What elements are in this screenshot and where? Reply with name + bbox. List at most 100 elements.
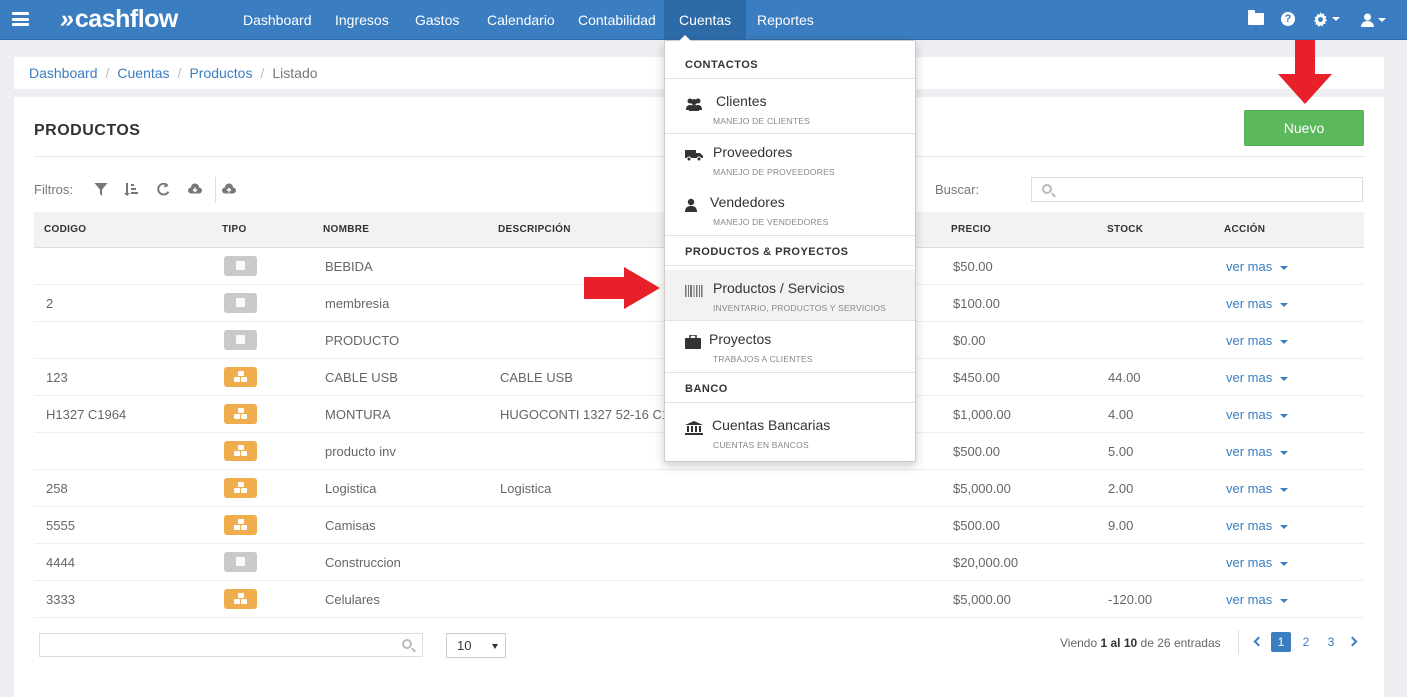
cell-nombre: Construccion xyxy=(325,555,401,570)
column-tipo[interactable]: TIPO xyxy=(222,212,247,248)
cloud-download-icon[interactable] xyxy=(188,183,202,196)
ver-mas-button[interactable]: ver mas xyxy=(1226,507,1289,544)
menu-item-subtitle: TRABAJOS A CLIENTES xyxy=(713,354,813,364)
menu-item-subtitle: MANEJO DE PROVEEDORES xyxy=(713,167,835,177)
column-codigo[interactable]: CODIGO xyxy=(44,212,86,248)
users-icon xyxy=(686,98,702,111)
cell-codigo: 123 xyxy=(46,370,68,385)
breadcrumb-separator: / xyxy=(177,65,182,81)
section-productos-proyectos: PRODUCTOS & PROYECTOS xyxy=(685,246,849,258)
refresh-icon[interactable] xyxy=(156,183,170,196)
ver-mas-button[interactable]: ver mas xyxy=(1226,544,1289,581)
breadcrumb-cuentas[interactable]: Cuentas xyxy=(117,65,169,81)
nav-cuentas[interactable]: Cuentas xyxy=(664,0,747,40)
folder-icon[interactable] xyxy=(1248,10,1264,25)
chevron-right-icon[interactable] xyxy=(1347,636,1358,647)
chevron-down-icon xyxy=(1280,561,1289,566)
cell-stock: 4.00 xyxy=(1108,407,1134,422)
menu-item-title: Clientes xyxy=(716,93,767,109)
help-icon[interactable]: ? xyxy=(1281,12,1295,26)
nav-contabilidad[interactable]: Contabilidad xyxy=(563,0,671,40)
menu-item-vendedores[interactable]: Vendedores MANEJO DE VENDEDORES xyxy=(665,184,915,234)
ver-mas-button[interactable]: ver mas xyxy=(1226,581,1289,618)
menu-item-title: Productos / Servicios xyxy=(713,280,845,296)
ver-mas-button[interactable]: ver mas xyxy=(1226,470,1289,507)
barcode-icon xyxy=(685,285,703,297)
cell-nombre: MONTURA xyxy=(325,407,391,422)
cubes-icon xyxy=(234,445,248,457)
entries-info: Viendo 1 al 10 de 26 entradas xyxy=(1060,636,1221,650)
menu-item-cuentas-bancarias[interactable]: Cuentas Bancarias CUENTAS EN BANCOS xyxy=(665,407,915,457)
cell-nombre: Logistica xyxy=(325,481,377,496)
ver-mas-label: ver mas xyxy=(1226,481,1273,496)
divider xyxy=(665,78,915,79)
ver-mas-label: ver mas xyxy=(1226,444,1273,459)
column-stock[interactable]: STOCK xyxy=(1107,212,1143,248)
cell-nombre: producto inv xyxy=(325,444,396,459)
nav-gastos[interactable]: Gastos xyxy=(400,0,474,40)
user-icon xyxy=(1361,13,1374,28)
footer-search-input[interactable] xyxy=(39,633,423,657)
cell-nombre: CABLE USB xyxy=(325,370,398,385)
page-1[interactable]: 1 xyxy=(1271,632,1291,652)
column-descripcion[interactable]: DESCRIPCIÓN xyxy=(498,212,571,248)
search-input[interactable] xyxy=(1031,177,1363,202)
bank-icon xyxy=(685,421,703,435)
ver-mas-label: ver mas xyxy=(1226,370,1273,385)
cubes-icon xyxy=(234,482,248,494)
chevron-down-icon xyxy=(1332,17,1340,22)
chevron-left-icon[interactable] xyxy=(1253,636,1264,647)
divider xyxy=(665,265,915,266)
chevron-down-icon xyxy=(1280,302,1289,307)
filters-separator xyxy=(215,177,216,203)
column-nombre[interactable]: NOMBRE xyxy=(323,212,369,248)
page-2[interactable]: 2 xyxy=(1296,632,1316,652)
cube-icon xyxy=(236,335,245,344)
breadcrumb-current: Listado xyxy=(272,65,318,81)
cell-descripcion: Logistica xyxy=(500,481,552,496)
user-menu[interactable] xyxy=(1361,11,1386,28)
breadcrumb-dashboard[interactable]: Dashboard xyxy=(29,65,98,81)
cell-descripcion: CABLE USB xyxy=(500,370,573,385)
ver-mas-button[interactable]: ver mas xyxy=(1226,248,1289,285)
page-size-value: 10 xyxy=(457,638,472,653)
cubes-icon xyxy=(234,371,248,383)
ver-mas-button[interactable]: ver mas xyxy=(1226,359,1289,396)
nav-reportes[interactable]: Reportes xyxy=(742,0,829,40)
menu-icon[interactable] xyxy=(12,12,29,26)
app-logo[interactable]: » cashflow xyxy=(60,5,178,34)
sort-icon[interactable] xyxy=(124,183,138,196)
ver-mas-button[interactable]: ver mas xyxy=(1226,322,1289,359)
ver-mas-button[interactable]: ver mas xyxy=(1226,433,1289,470)
type-inventory-badge xyxy=(224,404,257,424)
breadcrumb-productos[interactable]: Productos xyxy=(189,65,252,81)
menu-item-title: Proyectos xyxy=(709,331,772,347)
ver-mas-label: ver mas xyxy=(1226,518,1273,533)
menu-item-productos-servicios[interactable]: Productos / Servicios INVENTARIO, PRODUC… xyxy=(665,270,915,320)
menu-item-proveedores[interactable]: Proveedores MANEJO DE PROVEEDORES xyxy=(665,134,915,184)
page-3[interactable]: 3 xyxy=(1321,632,1341,652)
chevron-down-icon xyxy=(1378,18,1386,23)
ver-mas-button[interactable]: ver mas xyxy=(1226,396,1289,433)
type-service-badge xyxy=(224,552,257,572)
type-service-badge xyxy=(224,330,257,350)
new-product-button[interactable]: Nuevo xyxy=(1244,110,1364,146)
cloud-upload-icon[interactable] xyxy=(222,183,236,196)
ver-mas-label: ver mas xyxy=(1226,592,1273,607)
table-row: 4444 Construccion $20,000.00 ver mas xyxy=(34,544,1364,581)
cell-stock: 5.00 xyxy=(1108,444,1134,459)
nav-dashboard[interactable]: Dashboard xyxy=(228,0,327,40)
table-row: 3333 Celulares $5,000.00 -120.00 ver mas xyxy=(34,581,1364,618)
cell-nombre: Camisas xyxy=(325,518,376,533)
ver-mas-button[interactable]: ver mas xyxy=(1226,285,1289,322)
cell-precio: $450.00 xyxy=(953,370,1000,385)
nav-ingresos[interactable]: Ingresos xyxy=(320,0,404,40)
filter-icon[interactable] xyxy=(94,183,108,196)
nav-calendario[interactable]: Calendario xyxy=(472,0,570,40)
page-size-select[interactable]: 10 xyxy=(446,633,506,658)
menu-item-clientes[interactable]: Clientes MANEJO DE CLIENTES xyxy=(665,83,915,133)
settings-menu[interactable] xyxy=(1313,10,1340,27)
menu-item-proyectos[interactable]: Proyectos TRABAJOS A CLIENTES xyxy=(665,321,915,371)
cell-codigo: 258 xyxy=(46,481,68,496)
column-precio[interactable]: PRECIO xyxy=(951,212,991,248)
